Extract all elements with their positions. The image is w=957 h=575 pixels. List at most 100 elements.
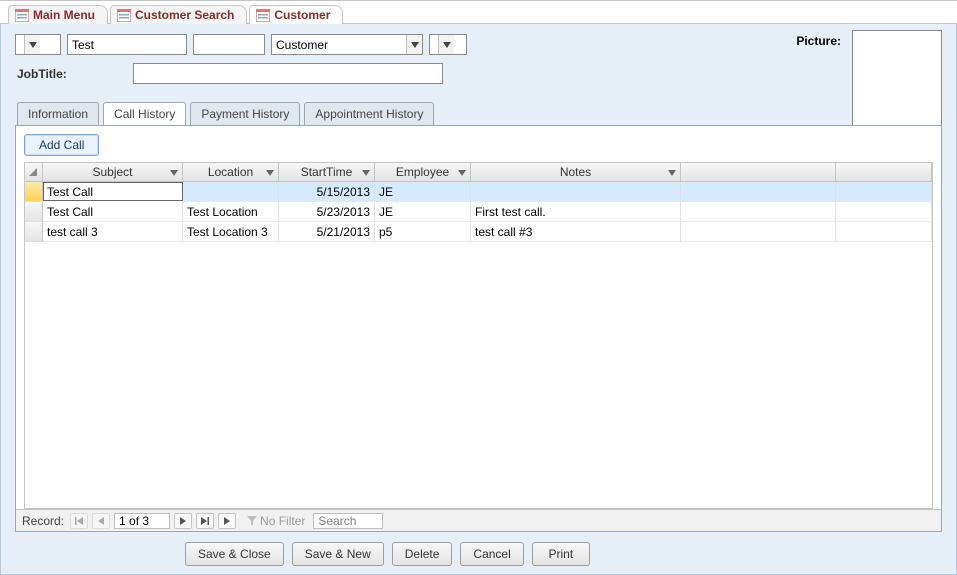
subtab-information[interactable]: Information — [17, 102, 99, 125]
chevron-down-icon[interactable] — [362, 165, 370, 179]
cell-subject[interactable]: Test Call — [43, 202, 183, 222]
cell-employee[interactable]: p5 — [375, 222, 471, 242]
col-subject[interactable]: Subject — [43, 163, 183, 181]
row-selector[interactable] — [25, 182, 43, 202]
col-label: Subject — [92, 165, 132, 179]
document-tab-bar: Main Menu Customer Search Customer — [0, 1, 957, 24]
col-label: Notes — [560, 165, 591, 179]
record-position-input[interactable]: 1 of 3 — [114, 513, 170, 529]
print-button[interactable]: Print — [532, 542, 590, 566]
cell-location[interactable]: Test Location 3 — [183, 222, 279, 242]
col-label: Location — [208, 165, 253, 179]
col-employee[interactable]: Employee — [375, 163, 471, 181]
job-title-label: JobTitle: — [15, 67, 125, 81]
dropdown-icon[interactable] — [24, 35, 40, 54]
form-button-bar: Save & Close Save & New Delete Cancel Pr… — [15, 538, 942, 566]
cell-subject[interactable]: Test Call — [43, 182, 183, 201]
tab-customer-search[interactable]: Customer Search — [110, 5, 247, 24]
cell-blank — [681, 222, 836, 242]
middle-name-field[interactable] — [193, 34, 265, 55]
nav-prev-button[interactable] — [92, 513, 110, 529]
col-label: Employee — [396, 165, 449, 179]
tab-customer[interactable]: Customer — [249, 5, 343, 24]
suffix-value — [430, 35, 438, 54]
col-starttime[interactable]: StartTime — [279, 163, 375, 181]
cell-employee[interactable]: JE — [375, 202, 471, 222]
cell-blank — [836, 222, 932, 242]
subtab-call-history[interactable]: Call History — [103, 102, 186, 125]
filter-label: No Filter — [260, 514, 305, 528]
row-selector[interactable] — [25, 222, 43, 242]
row-selector-header[interactable] — [25, 163, 43, 181]
tab-label: Customer Search — [135, 8, 234, 22]
form-icon — [256, 9, 270, 22]
cell-starttime[interactable]: 5/21/2013 — [279, 222, 375, 242]
cell-notes[interactable] — [471, 182, 681, 202]
last-name-combo[interactable]: Customer — [271, 34, 423, 55]
add-call-button[interactable]: Add Call — [24, 134, 99, 156]
col-location[interactable]: Location — [183, 163, 279, 181]
cell-subject[interactable]: test call 3 — [43, 222, 183, 242]
customer-form: Picture: Test Customer JobTitle: In — [0, 24, 957, 575]
prefix-value — [16, 35, 24, 54]
cell-blank — [681, 202, 836, 222]
call-history-subform: Add Call Subject Location StartTime Empl… — [15, 125, 942, 532]
cell-starttime[interactable]: 5/23/2013 — [279, 202, 375, 222]
nav-first-button[interactable] — [70, 513, 88, 529]
chevron-down-icon[interactable] — [266, 165, 274, 179]
nav-next-button[interactable] — [174, 513, 192, 529]
save-new-button[interactable]: Save & New — [292, 542, 384, 566]
datasheet-body: Test Call 5/15/2013 JE Test Call Test Lo… — [25, 182, 932, 508]
row-selector[interactable] — [25, 202, 43, 222]
cell-notes[interactable]: First test call. — [471, 202, 681, 222]
first-name-field[interactable]: Test — [67, 34, 187, 55]
cell-employee[interactable]: JE — [375, 182, 471, 202]
subtab-payment-history[interactable]: Payment History — [190, 102, 300, 125]
prefix-combo[interactable] — [15, 34, 61, 55]
record-label: Record: — [22, 514, 64, 528]
filter-indicator[interactable]: No Filter — [246, 514, 305, 528]
nav-new-button[interactable] — [218, 513, 236, 529]
cell-location[interactable]: Test Location — [183, 202, 279, 222]
cancel-button[interactable]: Cancel — [460, 542, 523, 566]
chevron-down-icon[interactable] — [458, 165, 466, 179]
chevron-down-icon[interactable] — [668, 165, 676, 179]
picture-label: Picture: — [796, 34, 841, 48]
record-navigator: Record: 1 of 3 No Filter Search — [16, 509, 941, 531]
suffix-combo[interactable] — [429, 34, 467, 55]
table-row[interactable]: Test Call 5/15/2013 JE — [25, 182, 932, 202]
subtab-appointment-history[interactable]: Appointment History — [304, 102, 434, 125]
customer-form-window: Main Menu Customer Search Customer Pictu… — [0, 0, 957, 575]
tab-label: Main Menu — [33, 8, 95, 22]
table-row[interactable]: test call 3 Test Location 3 5/21/2013 p5… — [25, 222, 932, 242]
form-icon — [15, 9, 29, 22]
dropdown-icon[interactable] — [438, 35, 454, 54]
job-title-field[interactable] — [133, 63, 443, 84]
datasheet-header: Subject Location StartTime Employee Note… — [25, 163, 932, 182]
col-label: StartTime — [301, 165, 353, 179]
subtab-bar: Information Call History Payment History… — [15, 102, 942, 125]
dropdown-icon[interactable] — [406, 35, 422, 54]
cell-notes[interactable]: test call #3 — [471, 222, 681, 242]
cell-location[interactable] — [183, 182, 279, 202]
cell-blank — [836, 182, 932, 202]
nav-last-button[interactable] — [196, 513, 214, 529]
cell-starttime[interactable]: 5/15/2013 — [279, 182, 375, 202]
chevron-down-icon[interactable] — [170, 165, 178, 179]
call-history-datasheet: Subject Location StartTime Employee Note… — [24, 162, 933, 509]
save-close-button[interactable]: Save & Close — [185, 542, 284, 566]
tab-label: Customer — [274, 8, 330, 22]
cell-blank — [836, 202, 932, 222]
col-blank-2[interactable] — [836, 163, 932, 181]
last-name-value: Customer — [272, 35, 406, 54]
delete-button[interactable]: Delete — [392, 542, 453, 566]
col-blank-1[interactable] — [681, 163, 836, 181]
table-row[interactable]: Test Call Test Location 5/23/2013 JE Fir… — [25, 202, 932, 222]
funnel-icon — [246, 515, 258, 527]
cell-blank — [681, 182, 836, 202]
tab-main-menu[interactable]: Main Menu — [8, 5, 108, 24]
job-title-row: JobTitle: — [15, 63, 942, 84]
col-notes[interactable]: Notes — [471, 163, 681, 181]
first-name-value: Test — [72, 38, 94, 52]
search-input[interactable]: Search — [313, 513, 383, 529]
